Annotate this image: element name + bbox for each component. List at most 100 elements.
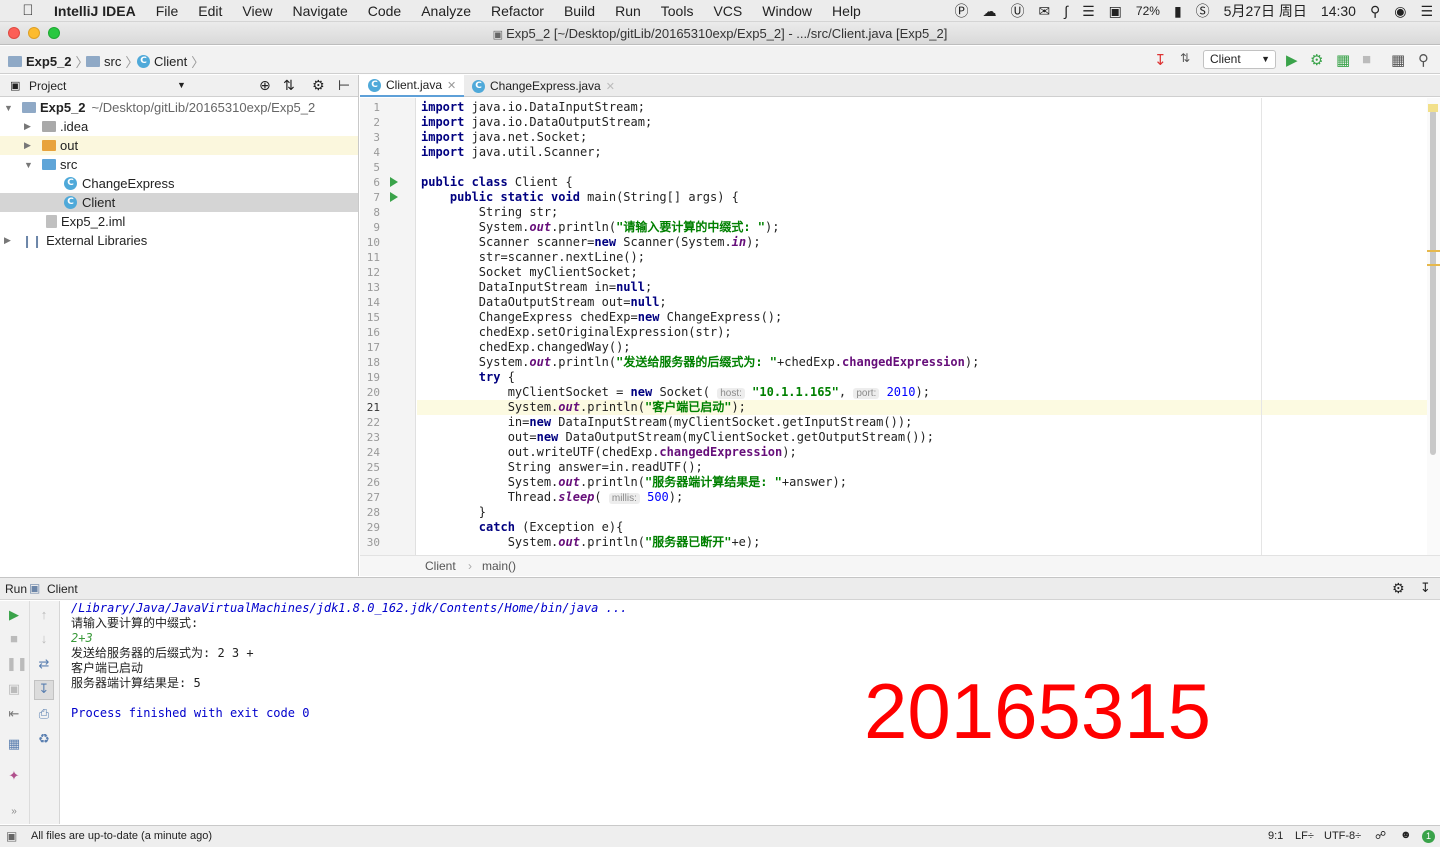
tree-item-src[interactable]: ▼ src <box>0 155 358 174</box>
expanded-arrow-icon[interactable]: ▼ <box>24 160 34 170</box>
hide-panel-icon[interactable]: ⊢ <box>338 77 350 94</box>
s-icon[interactable]: Ⓢ <box>1189 1 1217 21</box>
run-icon[interactable]: ▶ <box>1286 51 1298 69</box>
wifi-icon[interactable]: ☰ <box>1075 3 1102 20</box>
menu-edit[interactable]: Edit <box>188 3 232 19</box>
tree-item-project-root[interactable]: ▼ Exp5_2 ~/Desktop/gitLib/20165310exp/Ex… <box>0 98 358 117</box>
collapsed-arrow-icon[interactable]: ▶ <box>24 121 34 132</box>
crumb-project[interactable]: Exp5_2 〉 <box>8 52 89 71</box>
breadcrumb-class[interactable]: Client <box>425 559 456 573</box>
chevron-down-icon[interactable]: ▼ <box>177 80 186 90</box>
layout-icon[interactable]: ▦ <box>6 736 22 752</box>
notification-center-icon[interactable]: ☰ <box>1413 3 1440 20</box>
hide-panel-icon[interactable]: ↧ <box>1420 580 1431 596</box>
spotlight-icon[interactable]: ⚲ <box>1363 3 1387 20</box>
close-tab-icon[interactable]: ✕ <box>447 79 456 92</box>
scroll-thumb[interactable] <box>1430 110 1436 455</box>
menu-view[interactable]: View <box>232 3 282 19</box>
warning-marker[interactable] <box>1428 104 1438 112</box>
rerun-icon[interactable]: ▶ <box>6 607 22 623</box>
menu-help[interactable]: Help <box>822 3 871 19</box>
scroll-down-icon[interactable]: ↓ <box>36 631 52 647</box>
download-icon[interactable]: ↧ <box>1154 51 1167 69</box>
apple-icon[interactable]:  <box>14 2 42 19</box>
siri-icon[interactable]: ◉ <box>1387 3 1413 20</box>
coverage-icon[interactable]: ▦ <box>1336 51 1350 69</box>
scroll-up-icon[interactable]: ↑ <box>36 607 52 623</box>
tree-item-changeexpress[interactable]: C ChangeExpress <box>0 174 358 193</box>
menu-file[interactable]: File <box>146 3 189 19</box>
dump-threads-icon[interactable]: ▣ <box>6 681 22 697</box>
collapsed-arrow-icon[interactable]: ▶ <box>4 235 14 246</box>
file-encoding[interactable]: UTF-8÷ <box>1324 830 1361 842</box>
code-editor[interactable]: import java.io.DataInputStream; import j… <box>417 98 1427 555</box>
pin-icon[interactable]: ✦ <box>6 768 22 784</box>
error-stripe-marker[interactable] <box>1427 264 1440 266</box>
tab-changeexpress-java[interactable]: C ChangeExpress.java ✕ <box>464 75 623 97</box>
gear-icon[interactable]: ⚙ <box>312 77 325 94</box>
lock-icon[interactable]: ☍ <box>1375 829 1386 842</box>
sort-icon[interactable]: ⇅ <box>1180 51 1190 65</box>
stop-icon[interactable]: ■ <box>6 631 22 647</box>
line-separator[interactable]: LF÷ <box>1295 830 1314 842</box>
inspector-icon[interactable]: ☻ <box>1400 829 1412 841</box>
toolwindow-toggle-icon[interactable]: ▣ <box>6 829 17 843</box>
tab-client-java[interactable]: C Client.java ✕ <box>360 75 465 97</box>
bluetooth-icon[interactable]: ∫ <box>1057 3 1075 19</box>
caret-position[interactable]: 9:1 <box>1268 830 1283 842</box>
run-console[interactable]: /Library/Java/JavaVirtualMachines/jdk1.8… <box>61 601 1440 824</box>
project-view-select[interactable]: Project <box>29 79 66 93</box>
tree-item-external-libraries[interactable]: ▶ ❙❙ External Libraries <box>0 231 358 250</box>
collapse-icon[interactable]: ⇅ <box>283 77 295 94</box>
gear-icon[interactable]: ⚙ <box>1392 580 1405 597</box>
u-icon[interactable]: Ⓤ <box>1004 1 1032 21</box>
tree-item-out[interactable]: ▶ out <box>0 136 358 155</box>
project-structure-icon[interactable]: ▦ <box>1391 51 1405 69</box>
run-config-select[interactable]: Client ▼ <box>1203 50 1276 69</box>
crumb-client[interactable]: C Client 〉 <box>137 52 204 71</box>
locate-icon[interactable]: ⊕ <box>259 77 271 94</box>
menu-analyze[interactable]: Analyze <box>411 3 481 19</box>
stop-icon[interactable]: ■ <box>1362 51 1371 68</box>
run-main-icon[interactable] <box>390 192 398 202</box>
search-icon[interactable]: ⚲ <box>1418 51 1429 69</box>
more-icon[interactable]: » <box>6 804 22 820</box>
battery-percent[interactable]: 72% <box>1129 4 1167 18</box>
error-stripe-marker[interactable] <box>1427 250 1440 252</box>
tree-item-idea[interactable]: ▶ .idea <box>0 117 358 136</box>
menubar-date[interactable]: 5月27日 周日 <box>1217 1 1314 21</box>
collapsed-arrow-icon[interactable]: ▶ <box>24 140 34 151</box>
menu-app-name[interactable]: IntelliJ IDEA <box>42 3 146 19</box>
event-log-badge[interactable]: 1 <box>1422 830 1435 843</box>
run-class-icon[interactable] <box>390 177 398 187</box>
expanded-arrow-icon[interactable]: ▼ <box>4 103 14 113</box>
editor-scrollbar[interactable] <box>1427 98 1440 555</box>
debug-icon[interactable]: ⚙ <box>1310 51 1323 69</box>
tree-item-client[interactable]: C Client <box>0 193 358 212</box>
trash-icon[interactable]: ♻ <box>36 731 52 747</box>
status-message[interactable]: All files are up-to-date (a minute ago) <box>31 830 212 842</box>
menu-tools[interactable]: Tools <box>651 3 704 19</box>
line-number-gutter[interactable]: 1 2 3 4 5 6 7 8 9 10 11 12 13 14 15 16 17 18 19 20 21 22 23 24 2… <box>360 98 416 555</box>
tree-item-iml[interactable]: Exp5_2.iml <box>0 212 358 231</box>
soft-wrap-icon[interactable]: ⇄ <box>36 656 52 672</box>
menubar-time[interactable]: 14:30 <box>1314 3 1363 19</box>
menu-vcs[interactable]: VCS <box>703 3 752 19</box>
crumb-src[interactable]: src 〉 <box>86 52 138 71</box>
exit-icon[interactable]: ⇤ <box>6 706 22 722</box>
menu-window[interactable]: Window <box>752 3 822 19</box>
menu-run[interactable]: Run <box>605 3 651 19</box>
scroll-to-end-icon[interactable]: ↧ <box>34 680 54 700</box>
print-icon[interactable]: ⎙ <box>36 706 52 722</box>
cloud-icon[interactable]: ☁ <box>976 3 1004 20</box>
p-icon[interactable]: Ⓟ <box>948 1 976 21</box>
pause-icon[interactable]: ❚❚ <box>6 656 28 672</box>
close-tab-icon[interactable]: ✕ <box>606 80 615 93</box>
menu-build[interactable]: Build <box>554 3 605 19</box>
breadcrumb-method[interactable]: main() <box>482 559 516 573</box>
run-tab-client[interactable]: Client <box>47 582 78 596</box>
menu-navigate[interactable]: Navigate <box>282 3 357 19</box>
menu-code[interactable]: Code <box>358 3 411 19</box>
menu-refactor[interactable]: Refactor <box>481 3 554 19</box>
airplay-icon[interactable]: ▣ <box>1102 3 1129 20</box>
